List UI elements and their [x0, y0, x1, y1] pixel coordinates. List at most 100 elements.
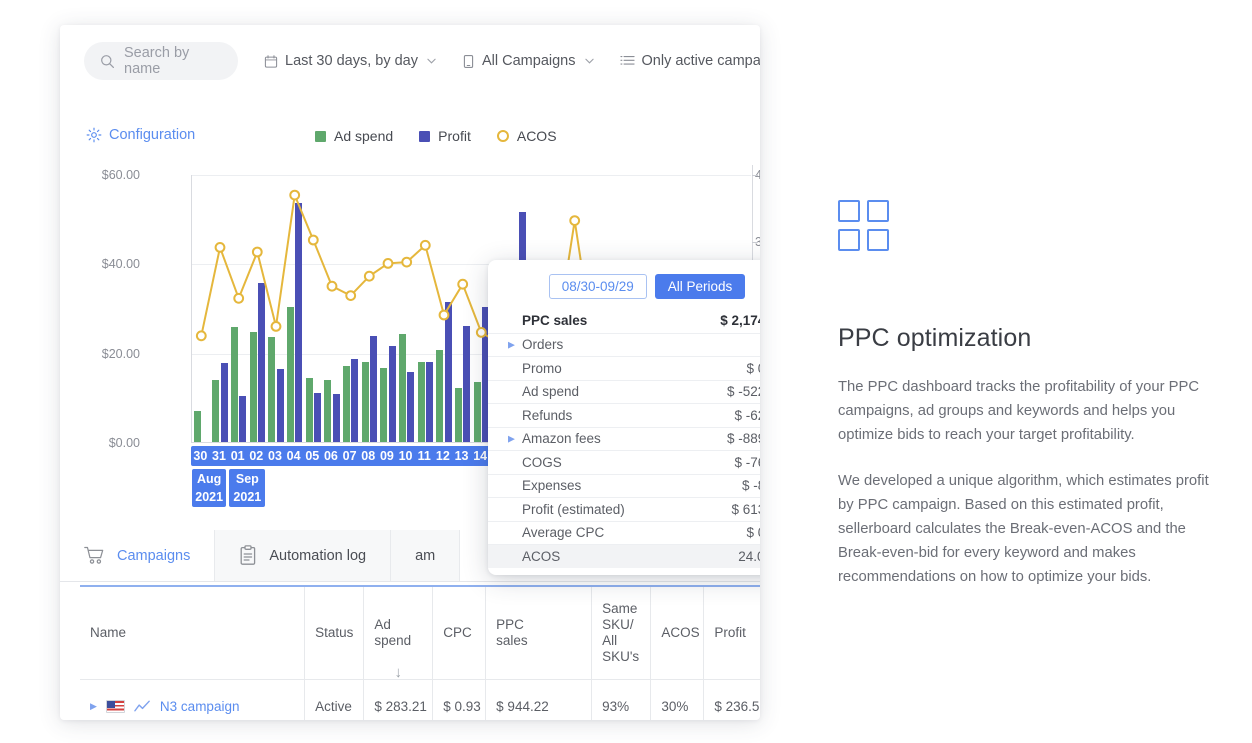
x-day-31: 31: [210, 449, 229, 463]
tab-am[interactable]: am: [391, 530, 460, 581]
legend-item-ad-spend[interactable]: Ad spend: [315, 128, 393, 144]
acos-point-19[interactable]: [570, 216, 579, 225]
legend-swatch-profit: [419, 131, 430, 142]
table-row[interactable]: ▶N3 campaignActive$ 283.21$ 0.93$ 944.22…: [80, 679, 760, 720]
tooltip-row-label: PPC sales: [522, 313, 720, 328]
date-range-filter[interactable]: Last 30 days, by day: [264, 53, 436, 69]
acos-point-04[interactable]: [290, 191, 299, 200]
col-header-label: Status: [315, 625, 353, 641]
tooltip-row-label: Expenses: [522, 478, 742, 493]
x-day-14: 14: [471, 449, 490, 463]
acos-point-08[interactable]: [365, 272, 374, 281]
clipboard-icon: [239, 545, 257, 566]
col-header-ppc-sales[interactable]: PPCsales: [486, 587, 592, 679]
col-header-label: PPCsales: [496, 617, 581, 649]
table-header-row: Name Status Adspend↓ CPC PPCsales SameSKU/All…: [80, 587, 760, 679]
legend-swatch-ad-spend: [315, 131, 326, 142]
acos-point-14[interactable]: [477, 328, 486, 337]
x-day-30: 30: [191, 449, 210, 463]
x-month-label: Sep: [232, 470, 262, 488]
col-header-label: ACOS: [661, 625, 693, 641]
acos-point-03[interactable]: [272, 322, 281, 331]
col-header-same-sku-all-sku-s[interactable]: SameSKU/AllSKU's: [592, 587, 651, 679]
acos-point-06[interactable]: [328, 282, 337, 291]
col-header-name[interactable]: Name: [80, 587, 305, 679]
configuration-button[interactable]: Configuration: [86, 127, 195, 143]
acos-point-02[interactable]: [253, 248, 262, 257]
x-day-04: 04: [284, 449, 303, 463]
list-icon: [620, 54, 635, 68]
y2-tickmark-0: [752, 242, 758, 243]
toolbar: Search by name Last 30 days, by day All …: [60, 25, 760, 97]
x-year-label: 2021: [232, 488, 262, 506]
tooltip-row-ppc-sales: PPC sales$ 2,174.10: [488, 309, 760, 333]
campaign-filter[interactable]: All Campaigns: [462, 53, 594, 69]
acos-point-30[interactable]: [197, 331, 206, 340]
x-month-Aug: Aug2021: [192, 469, 226, 507]
x-day-03: 03: [266, 449, 285, 463]
device-icon: [462, 54, 475, 69]
cell-acos: 30%: [651, 679, 704, 720]
search-input[interactable]: Search by name: [84, 42, 238, 80]
col-header-label: Adspend↓: [374, 617, 422, 649]
y2-tickmark-1: [752, 175, 758, 176]
info-panel: PPC optimization The PPC dashboard track…: [838, 200, 1210, 589]
col-header-status[interactable]: Status: [305, 587, 364, 679]
acos-point-09[interactable]: [384, 259, 393, 268]
tooltip-all-periods-button[interactable]: All Periods: [655, 274, 746, 299]
active-campaigns-filter[interactable]: Only active campaigns: [620, 53, 761, 69]
tooltip-row-orders[interactable]: ▶Orders187: [488, 333, 760, 357]
tooltip-header: 08/30-09/29 All Periods: [488, 274, 760, 309]
grid-2x2-icon: [838, 200, 1210, 251]
x-day-11: 11: [415, 449, 434, 463]
col-header-cpc[interactable]: CPC: [433, 587, 486, 679]
y-tick-2: $40.00: [102, 257, 140, 271]
search-icon: [100, 54, 115, 69]
tooltip-row-amazon-fees[interactable]: ▶Amazon fees$ -889.80: [488, 427, 760, 451]
col-header-profit[interactable]: Profit: [704, 587, 760, 679]
search-placeholder-text: Search by name: [124, 45, 218, 77]
expand-triangle-icon[interactable]: ▶: [90, 701, 97, 712]
tooltip-row-label: ACOS: [522, 549, 738, 564]
expand-triangle-icon[interactable]: ▶: [508, 433, 515, 444]
tab-automation-log[interactable]: Automation log: [215, 530, 391, 581]
legend-item-profit[interactable]: Profit: [419, 128, 471, 144]
panel-paragraph-1: The PPC dashboard tracks the profitabili…: [838, 375, 1210, 447]
tooltip-range-button[interactable]: 08/30-09/29: [549, 274, 647, 299]
acos-point-10[interactable]: [402, 258, 411, 267]
tooltip-row-value: $ -62.01: [734, 408, 760, 423]
cell-ppc-sales: $ 944.22: [486, 679, 592, 720]
x-year-label: 2021: [195, 488, 223, 506]
cell-name[interactable]: ▶ N3 campaign: [80, 679, 305, 720]
tab-label: Automation log: [269, 548, 366, 564]
chevron-down-icon: [427, 56, 436, 67]
chart-header: Configuration Ad spend Profit ACOS: [60, 125, 760, 161]
acos-point-13[interactable]: [458, 280, 467, 289]
acos-point-11[interactable]: [421, 241, 430, 250]
col-header-ad-spend[interactable]: Adspend↓: [364, 587, 433, 679]
acos-point-01[interactable]: [234, 294, 243, 303]
acos-point-07[interactable]: [346, 291, 355, 300]
y-tick-3: $60.00: [102, 168, 140, 182]
tab-label: Campaigns: [117, 548, 190, 564]
expand-triangle-icon[interactable]: ▶: [508, 339, 515, 350]
tab-campaigns[interactable]: Campaigns: [60, 530, 215, 581]
acos-point-12[interactable]: [440, 311, 449, 320]
campaigns-table: Name Status Adspend↓ CPC PPCsales SameSKU/All…: [80, 585, 760, 720]
acos-point-05[interactable]: [309, 236, 318, 245]
acos-point-31[interactable]: [216, 243, 225, 252]
tooltip-row-value: $ -522.68: [727, 384, 760, 399]
campaign-name-link[interactable]: N3 campaign: [160, 699, 240, 714]
trend-line-icon[interactable]: [134, 700, 151, 713]
legend-swatch-acos: [497, 130, 509, 142]
x-day-05: 05: [303, 449, 322, 463]
x-day-13: 13: [452, 449, 471, 463]
panel-title: PPC optimization: [838, 324, 1210, 353]
tooltip-row-acos: ACOS24.04%: [488, 544, 760, 568]
tooltip-row-value: 24.04%: [738, 549, 760, 564]
legend-item-acos[interactable]: ACOS: [497, 128, 557, 144]
tooltip-row-profit-estimated: Profit (estimated)$ 613.97: [488, 497, 760, 521]
tooltip-rows: PPC sales$ 2,174.10▶Orders187Promo$ 0.00…: [488, 309, 760, 568]
col-header-acos[interactable]: ACOS: [651, 587, 704, 679]
us-flag-icon: [106, 700, 125, 713]
